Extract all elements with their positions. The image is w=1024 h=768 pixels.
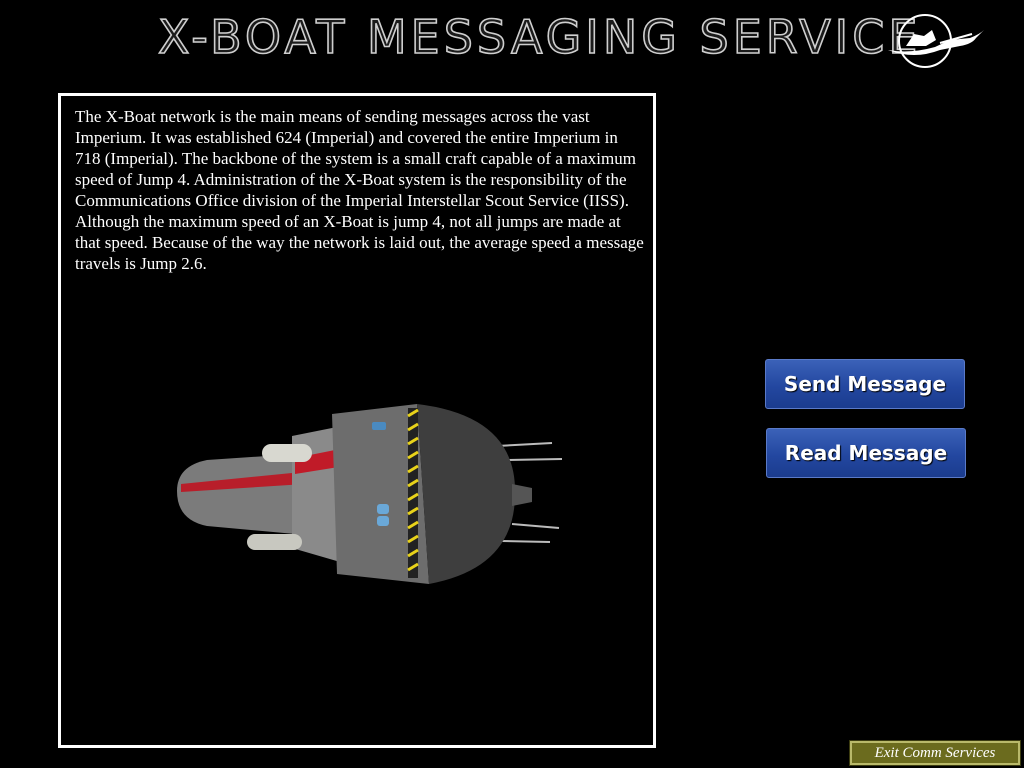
send-message-button[interactable]: Send Message [765,359,965,409]
scout-service-logo-icon [888,14,984,68]
exit-comm-services-button[interactable]: Exit Comm Services [849,740,1021,766]
read-message-button[interactable]: Read Message [766,428,966,478]
page-title: X-Boat Messaging Service [157,9,922,65]
xboat-description: The X-Boat network is the main means of … [75,107,644,273]
info-panel: The X-Boat network is the main means of … [58,93,656,748]
x-boat-ship-image [177,404,563,584]
